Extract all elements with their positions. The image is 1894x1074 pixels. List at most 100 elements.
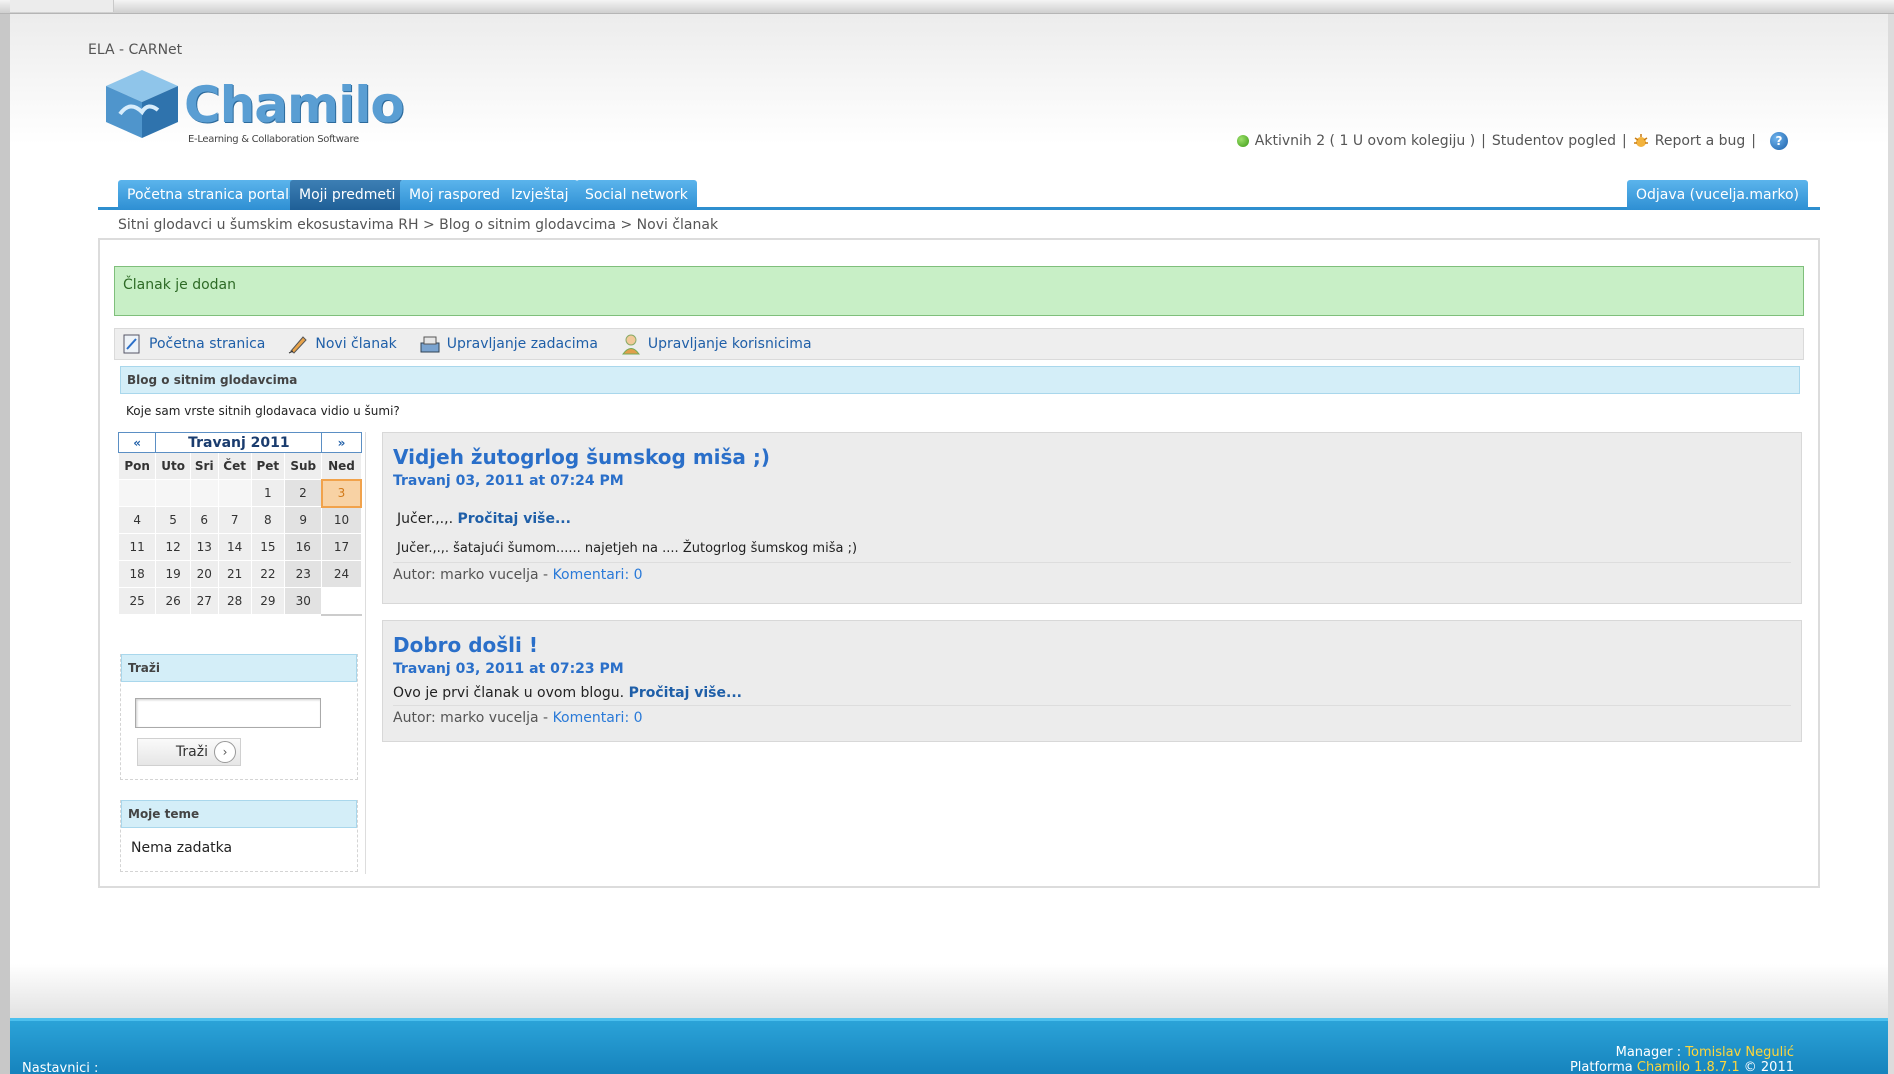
- calendar-day[interactable]: 12: [155, 533, 191, 561]
- calendar-day[interactable]: 21: [217, 560, 252, 588]
- user-bar: Aktivnih 2 ( 1 U ovom kolegiju ) | Stude…: [1236, 132, 1788, 150]
- tab-portal-home[interactable]: Početna stranica portala: [118, 180, 307, 210]
- breadcrumb-sep: >: [620, 217, 633, 233]
- browser-tab[interactable]: [10, 0, 114, 12]
- weekday: Pet: [250, 452, 285, 480]
- weekday: Sri: [189, 452, 219, 480]
- chamilo-logo[interactable]: Chamilo E-Learning & Collaboration Softw…: [96, 64, 405, 154]
- logo-wordmark: Chamilo: [184, 76, 405, 134]
- comments-link[interactable]: Komentari: 0: [553, 710, 643, 726]
- separator: |: [1481, 133, 1486, 149]
- calendar-day[interactable]: 17: [321, 533, 362, 561]
- logo-tagline: E-Learning & Collaboration Software: [188, 134, 359, 145]
- browser-top-strip: [0, 0, 1894, 14]
- calendar: « Travanj 2011 » Pon Uto Sri Čet Pet Sub…: [117, 432, 363, 616]
- blog-title: Blog o sitnim glodavcima: [120, 366, 1800, 394]
- online-users-link[interactable]: Aktivnih 2 ( 1 U ovom kolegiju ): [1255, 133, 1475, 149]
- report-bug-link[interactable]: Report a bug: [1655, 133, 1746, 149]
- search-button[interactable]: Traži ›: [137, 738, 241, 766]
- tab-reports[interactable]: Izvještaj: [502, 180, 578, 210]
- calendar-day[interactable]: 30: [283, 587, 323, 615]
- read-more-link[interactable]: Pročitaj više...: [629, 685, 742, 701]
- arrow-right-icon: ›: [214, 741, 236, 763]
- breadcrumb-course[interactable]: Sitni glodavci u šumskim ekosustavima RH: [118, 217, 419, 233]
- calendar-day[interactable]: 14: [217, 533, 252, 561]
- calendar-prev-button[interactable]: «: [117, 432, 157, 453]
- calendar-day[interactable]: 28: [217, 587, 252, 615]
- post-title[interactable]: Dobro došli !: [393, 633, 1791, 657]
- post-footer: Autor: marko vucelja - Komentari: 0: [393, 705, 1791, 726]
- calendar-month: Travanj 2011: [155, 432, 323, 453]
- blog-home-action[interactable]: Početna stranica: [121, 333, 265, 355]
- calendar-day[interactable]: 19: [155, 560, 191, 588]
- manage-tasks-action[interactable]: Upravljanje zadacima: [419, 333, 598, 355]
- post-author: Autor: marko vucelja -: [393, 710, 553, 726]
- weekday: Čet: [217, 452, 252, 480]
- page: ELA - CARNet Chamilo E-Learning & Collab…: [10, 14, 1888, 1018]
- calendar-day[interactable]: 11: [117, 533, 157, 561]
- calendar-day[interactable]: 23: [283, 560, 323, 588]
- calendar-day-today[interactable]: 3: [320, 478, 363, 508]
- calendar-day[interactable]: 27: [189, 587, 219, 615]
- calendar-day: [217, 479, 252, 507]
- scrollbar[interactable]: [1888, 14, 1894, 1074]
- blog-actions-toolbar: Početna stranica Novi članak Upravljanje…: [114, 328, 1804, 360]
- blog-home-label: Početna stranica: [149, 336, 266, 352]
- manage-tasks-label: Upravljanje zadacima: [446, 336, 598, 352]
- calendar-day[interactable]: 25: [117, 587, 157, 615]
- search-box: Traži Traži ›: [120, 654, 358, 780]
- logout-button[interactable]: Odjava (vucelja.marko): [1626, 180, 1808, 210]
- post-footer: Autor: marko vucelja - Komentari: 0: [393, 562, 1791, 583]
- calendar-day[interactable]: 6: [189, 506, 219, 534]
- calendar-day: [189, 479, 219, 507]
- calendar-day[interactable]: 15: [250, 533, 285, 561]
- read-more-link[interactable]: Pročitaj više...: [458, 511, 571, 527]
- blog-post: Vidjeh žutogrlog šumskog miša ;) Travanj…: [382, 432, 1802, 604]
- copyright: © 2011: [1739, 1060, 1794, 1074]
- calendar-day: [117, 479, 157, 507]
- search-input[interactable]: [135, 698, 321, 728]
- calendar-day[interactable]: 22: [250, 560, 285, 588]
- comments-link[interactable]: Komentari: 0: [553, 567, 643, 583]
- logo-cube-icon: [106, 70, 178, 138]
- calendar-day[interactable]: 1: [250, 479, 285, 507]
- calendar-day[interactable]: 13: [189, 533, 219, 561]
- new-post-action[interactable]: Novi članak: [287, 333, 397, 355]
- student-view-link[interactable]: Studentov pogled: [1492, 133, 1616, 149]
- breadcrumb-current: Novi članak: [636, 217, 719, 233]
- calendar-day[interactable]: 26: [155, 587, 191, 615]
- calendar-day[interactable]: 2: [283, 479, 323, 507]
- calendar-day[interactable]: 7: [217, 506, 252, 534]
- calendar-day[interactable]: 5: [155, 506, 191, 534]
- weekday: Pon: [117, 452, 157, 480]
- separator: |: [1751, 133, 1756, 149]
- main-nav: Početna stranica portala Moji predmeti M…: [98, 180, 1820, 210]
- tab-social-network[interactable]: Social network: [576, 180, 697, 210]
- calendar-day[interactable]: 24: [321, 560, 362, 588]
- manage-users-action[interactable]: Upravljanje korisnicima: [620, 333, 812, 355]
- separator: |: [1622, 133, 1627, 149]
- breadcrumb: Sitni glodavci u šumskim ekosustavima RH…: [118, 217, 718, 233]
- post-title[interactable]: Vidjeh žutogrlog šumskog miša ;): [393, 445, 1791, 469]
- post-date: Travanj 03, 2011 at 07:23 PM: [393, 661, 624, 677]
- calendar-day[interactable]: 4: [117, 506, 157, 534]
- calendar-day[interactable]: 18: [117, 560, 157, 588]
- breadcrumb-blog[interactable]: Blog o sitnim glodavcima: [439, 217, 616, 233]
- manager-link[interactable]: Tomislav Negulić: [1685, 1045, 1794, 1060]
- my-themes-box: Moje teme Nema zadatka: [120, 800, 358, 872]
- main-content: Članak je dodan Početna stranica Novi čl…: [98, 238, 1820, 888]
- calendar-day[interactable]: 29: [250, 587, 285, 615]
- calendar-day[interactable]: 10: [321, 506, 362, 534]
- tab-my-courses[interactable]: Moji predmeti: [290, 180, 405, 210]
- calendar-day[interactable]: 8: [250, 506, 285, 534]
- bug-icon: [1633, 134, 1648, 147]
- platform-link[interactable]: Chamilo 1.8.7.1: [1637, 1060, 1740, 1074]
- post-excerpt-text: Jučer.,.,.: [397, 511, 454, 527]
- calendar-next-button[interactable]: »: [321, 432, 362, 453]
- calendar-day[interactable]: 16: [283, 533, 323, 561]
- platform-label: Platforma: [1569, 1060, 1637, 1074]
- help-icon[interactable]: ?: [1770, 132, 1788, 150]
- calendar-day[interactable]: 9: [283, 506, 323, 534]
- calendar-day[interactable]: 20: [189, 560, 219, 588]
- tab-my-schedule[interactable]: Moj raspored: [400, 180, 510, 210]
